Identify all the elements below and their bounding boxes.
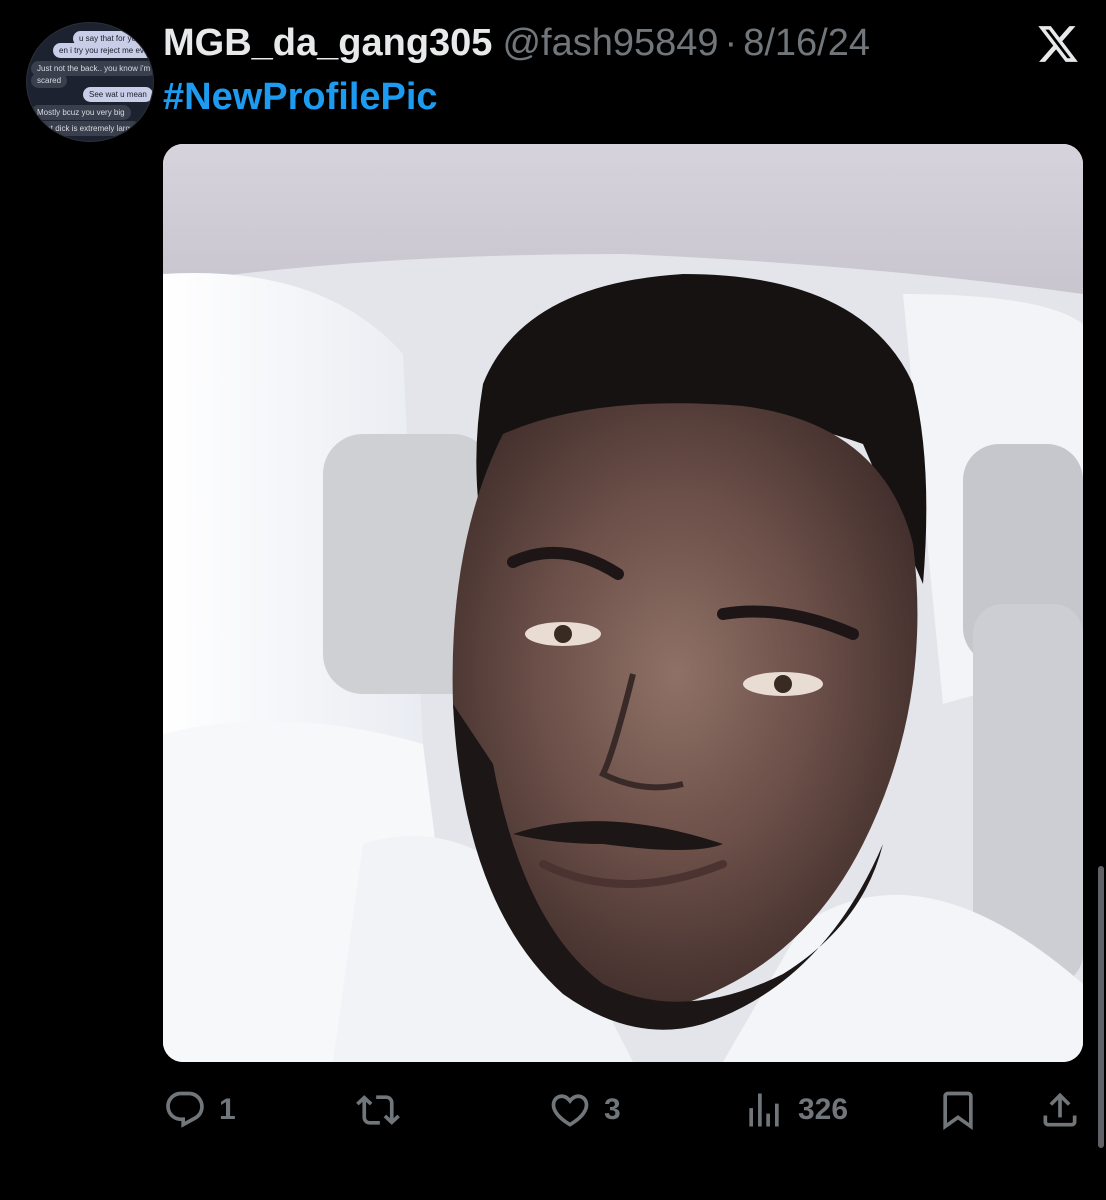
bookmark-icon bbox=[943, 1091, 973, 1131]
like-button[interactable]: 3 bbox=[548, 1082, 621, 1138]
x-logo-icon[interactable] bbox=[1036, 22, 1080, 66]
user-handle[interactable]: @fash95849 bbox=[502, 20, 718, 66]
photo-illustration bbox=[163, 144, 1083, 1062]
reply-icon bbox=[166, 1091, 204, 1128]
share-icon bbox=[1043, 1092, 1077, 1127]
tweet: u say that for yo en i try you reject me… bbox=[0, 0, 1106, 1200]
retweet-icon bbox=[356, 1095, 400, 1125]
action-bar: 1 3 326 bbox=[0, 1082, 1106, 1138]
views-button[interactable]: 326 bbox=[742, 1082, 848, 1138]
views-icon bbox=[749, 1093, 779, 1127]
share-button[interactable] bbox=[1038, 1082, 1082, 1138]
hashtag-link[interactable]: #NewProfilePic bbox=[163, 74, 438, 120]
avatar-message: That dick is extremely large bbox=[31, 121, 141, 137]
retweet-button[interactable] bbox=[356, 1082, 412, 1138]
reply-count: 1 bbox=[219, 1093, 236, 1126]
avatar-message: See wat u mean bbox=[83, 87, 153, 103]
like-count: 3 bbox=[604, 1093, 621, 1126]
avatar[interactable]: u say that for yo en i try you reject me… bbox=[26, 22, 154, 142]
scrollbar[interactable] bbox=[1098, 866, 1104, 1148]
header-separator: · bbox=[724, 22, 738, 64]
like-icon bbox=[551, 1094, 589, 1127]
display-name[interactable]: MGB_da_gang305 bbox=[163, 20, 492, 66]
tweet-photo[interactable] bbox=[163, 144, 1083, 1062]
views-count: 326 bbox=[798, 1093, 849, 1126]
avatar-message: scared bbox=[31, 73, 68, 89]
tweet-date[interactable]: 8/16/24 bbox=[743, 20, 870, 66]
avatar-message: Mostly bcuz you very big bbox=[31, 105, 131, 121]
bookmark-button[interactable] bbox=[936, 1082, 980, 1138]
avatar-message: en i try you reject me everyo bbox=[53, 43, 153, 59]
tweet-header: MGB_da_gang305 @fash95849 · 8/16/24 bbox=[163, 20, 870, 66]
reply-button[interactable]: 1 bbox=[163, 1082, 236, 1138]
